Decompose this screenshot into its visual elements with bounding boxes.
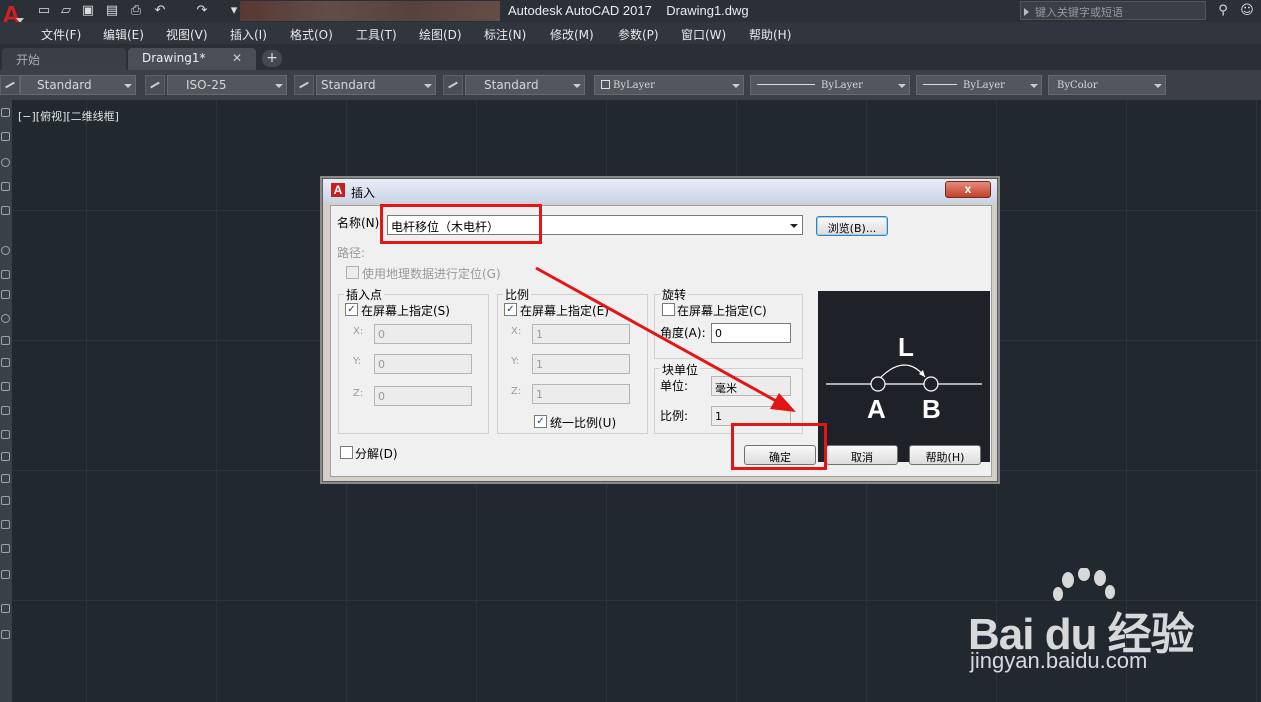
baidu-watermark: Bai du 经验 jingyan.baidu.com (968, 568, 1228, 678)
watermark-url: jingyan.baidu.com (970, 648, 1148, 673)
